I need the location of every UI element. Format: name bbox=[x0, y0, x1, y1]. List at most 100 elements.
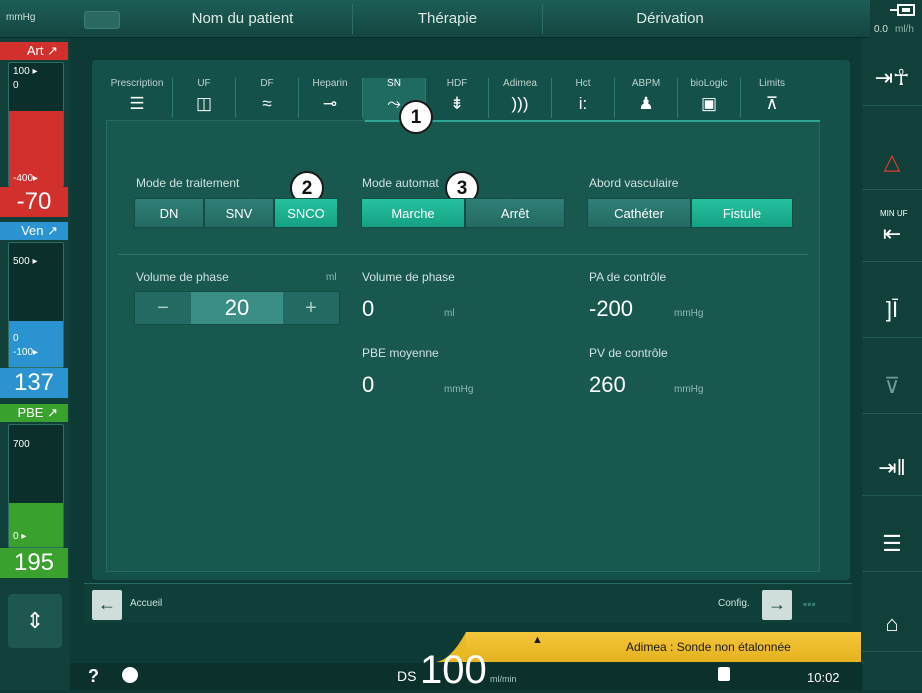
pa-control-label: PA de contrôle bbox=[589, 270, 667, 284]
alarm-triangle-icon[interactable]: △ bbox=[862, 134, 922, 190]
ven-pressure-header[interactable]: Ven ↗ bbox=[0, 222, 68, 240]
tab-patient-name[interactable]: Nom du patient bbox=[135, 0, 350, 38]
phase-volume-stepper: − 20 + bbox=[134, 291, 340, 325]
pause-icon[interactable]: ⇥‖ bbox=[862, 440, 922, 496]
vascular-access-label: Abord vasculaire bbox=[589, 176, 679, 190]
pbe-mean-unit: mmHg bbox=[444, 384, 474, 395]
auto-mode-label: Mode automat bbox=[362, 176, 439, 190]
clock-time: 10:02 bbox=[807, 670, 840, 685]
uf-rate-icon bbox=[890, 4, 915, 16]
home-link-label[interactable]: Accueil bbox=[130, 598, 162, 609]
alarm-bar[interactable]: ▲ Adimea : Sonde non étalonnée bbox=[436, 632, 861, 662]
pa-control-value: -200 bbox=[589, 296, 634, 321]
subtab-hdf[interactable]: HDF ⇟ bbox=[426, 78, 488, 122]
ven-scale-zero: 0 bbox=[13, 333, 19, 344]
hdf-icon: ⇟ bbox=[449, 94, 465, 113]
increment-button[interactable]: + bbox=[283, 292, 339, 324]
auto-mode-on-button[interactable]: Marche bbox=[361, 198, 465, 228]
tab-therapie[interactable]: Thérapie bbox=[355, 0, 540, 38]
phase-volume-readout-unit: ml bbox=[444, 308, 455, 319]
pv-control-label: PV de contrôle bbox=[589, 346, 668, 360]
syringe-icon: ⊸ bbox=[322, 94, 338, 113]
signal-icon: ))) bbox=[511, 94, 529, 113]
uf-rate-display[interactable]: 0.0 ml/h bbox=[870, 0, 922, 38]
access-fistule-button[interactable]: Fistule bbox=[691, 198, 793, 228]
pa-control-unit: mmHg bbox=[674, 308, 704, 319]
page-dots-icon: ▪▪▪ bbox=[803, 597, 816, 611]
phase-volume-input-label: Volume de phase bbox=[136, 270, 229, 284]
wave-icon: ≈ bbox=[262, 94, 272, 113]
back-arrow-button[interactable]: ← bbox=[92, 590, 122, 620]
subtab-limits[interactable]: Limits ⊼ bbox=[741, 78, 803, 122]
art-pressure-gauge: 100 ▸ 0 -400▸ bbox=[8, 62, 64, 187]
ven-label: Ven bbox=[21, 223, 44, 238]
art-pressure-header[interactable]: Art ↗ bbox=[0, 42, 68, 60]
uf-rate-unit: ml/h bbox=[895, 24, 914, 35]
top-bar: mmHg Nom du patient Thérapie Dérivation … bbox=[0, 0, 922, 38]
ven-scale-top: 500 ▸ bbox=[13, 256, 38, 267]
ven-gauge-fill bbox=[9, 321, 63, 367]
section-divider bbox=[118, 254, 808, 255]
subtab-abpm[interactable]: ABPM ♟ bbox=[615, 78, 677, 122]
config-link-label[interactable]: Config. bbox=[718, 598, 750, 609]
lock-icon[interactable] bbox=[718, 667, 730, 681]
decrement-button[interactable]: − bbox=[135, 292, 191, 324]
min-uf-icon[interactable]: MIN UF ⇤ bbox=[862, 206, 922, 262]
tab-separator bbox=[542, 4, 543, 34]
pbe-pressure-gauge: 700 0 ▸ bbox=[8, 424, 64, 548]
subtab-prescription[interactable]: Prescription ☰ bbox=[106, 78, 168, 122]
mode-snv-button[interactable]: SNV bbox=[204, 198, 274, 228]
bracket-icon[interactable]: ]Ī bbox=[862, 282, 922, 338]
phase-volume-value[interactable]: 20 bbox=[191, 292, 283, 324]
subtab-biologic[interactable]: bioLogic ▣ bbox=[678, 78, 740, 122]
ds-unit: ml/min bbox=[490, 674, 517, 684]
treatment-mode-label: Mode de traitement bbox=[136, 176, 240, 190]
forward-arrow-button[interactable]: → bbox=[762, 590, 792, 620]
subtab-heparin[interactable]: Heparin ⊸ bbox=[299, 78, 361, 122]
subtab-adimea[interactable]: Adimea))) bbox=[489, 78, 551, 122]
patient-card-icon[interactable] bbox=[84, 11, 120, 29]
auto-mode-off-button[interactable]: Arrêt bbox=[465, 198, 565, 228]
mode-dn-button[interactable]: DN bbox=[134, 198, 204, 228]
art-label: Art bbox=[26, 43, 44, 58]
pbe-pressure-header[interactable]: PBE ↗ bbox=[0, 404, 68, 422]
clock-icon[interactable] bbox=[122, 667, 138, 683]
subtab-hct[interactable]: Hct i: bbox=[552, 78, 614, 122]
ds-label: DS bbox=[397, 668, 417, 684]
biologic-icon: ▣ bbox=[700, 94, 718, 113]
pressure-scroll-icon[interactable]: ⇕ bbox=[8, 594, 62, 648]
callout-1: 1 bbox=[399, 100, 433, 134]
home-icon[interactable]: ⌂ bbox=[862, 596, 922, 652]
ven-pressure-value: 137 bbox=[0, 368, 68, 398]
sliders-icon: ☰ bbox=[129, 94, 145, 113]
active-subtab-underline bbox=[365, 120, 820, 122]
mode-snco-button[interactable]: SNCO bbox=[274, 198, 338, 228]
subtab-uf[interactable]: UF ◫ bbox=[173, 78, 235, 122]
tab-derivation[interactable]: Dérivation bbox=[545, 0, 795, 38]
tab-separator bbox=[352, 4, 353, 34]
alarm-caret-icon: ▲ bbox=[532, 634, 543, 646]
pbe-mean-label: PBE moyenne bbox=[362, 346, 439, 360]
ds-value[interactable]: 100 bbox=[420, 648, 487, 693]
filter-icon[interactable]: ⊽ bbox=[862, 358, 922, 414]
subtab-df[interactable]: DF ≈ bbox=[236, 78, 298, 122]
access-catheter-button[interactable]: Cathéter bbox=[587, 198, 691, 228]
art-scale-top: 100 ▸ bbox=[13, 66, 38, 77]
pv-control-unit: mmHg bbox=[674, 384, 704, 395]
help-button[interactable]: ? bbox=[88, 666, 99, 687]
art-scale-zero: 0 bbox=[13, 80, 19, 91]
pbe-scale-top: 700 bbox=[13, 439, 30, 450]
phase-volume-label: Volume de phase bbox=[362, 270, 455, 284]
phase-volume-readout: 0 bbox=[362, 296, 375, 321]
pbe-mean-value: 0 bbox=[362, 372, 375, 397]
ven-pressure-gauge: 500 ▸ 0 -100▸ bbox=[8, 242, 64, 368]
pbe-label: PBE bbox=[17, 405, 44, 420]
uf-icon: ◫ bbox=[195, 94, 213, 113]
pressure-unit-label: mmHg bbox=[6, 12, 36, 23]
ven-scale-bottom: -100▸ bbox=[13, 347, 39, 358]
art-pressure-value: -70 bbox=[0, 187, 68, 217]
uf-rate-value: 0.0 bbox=[874, 24, 888, 35]
person-icon: ♟ bbox=[638, 94, 654, 113]
menu-list-icon[interactable]: ☰ bbox=[862, 516, 922, 572]
patient-connect-icon[interactable]: ⇥☥ bbox=[862, 50, 922, 106]
